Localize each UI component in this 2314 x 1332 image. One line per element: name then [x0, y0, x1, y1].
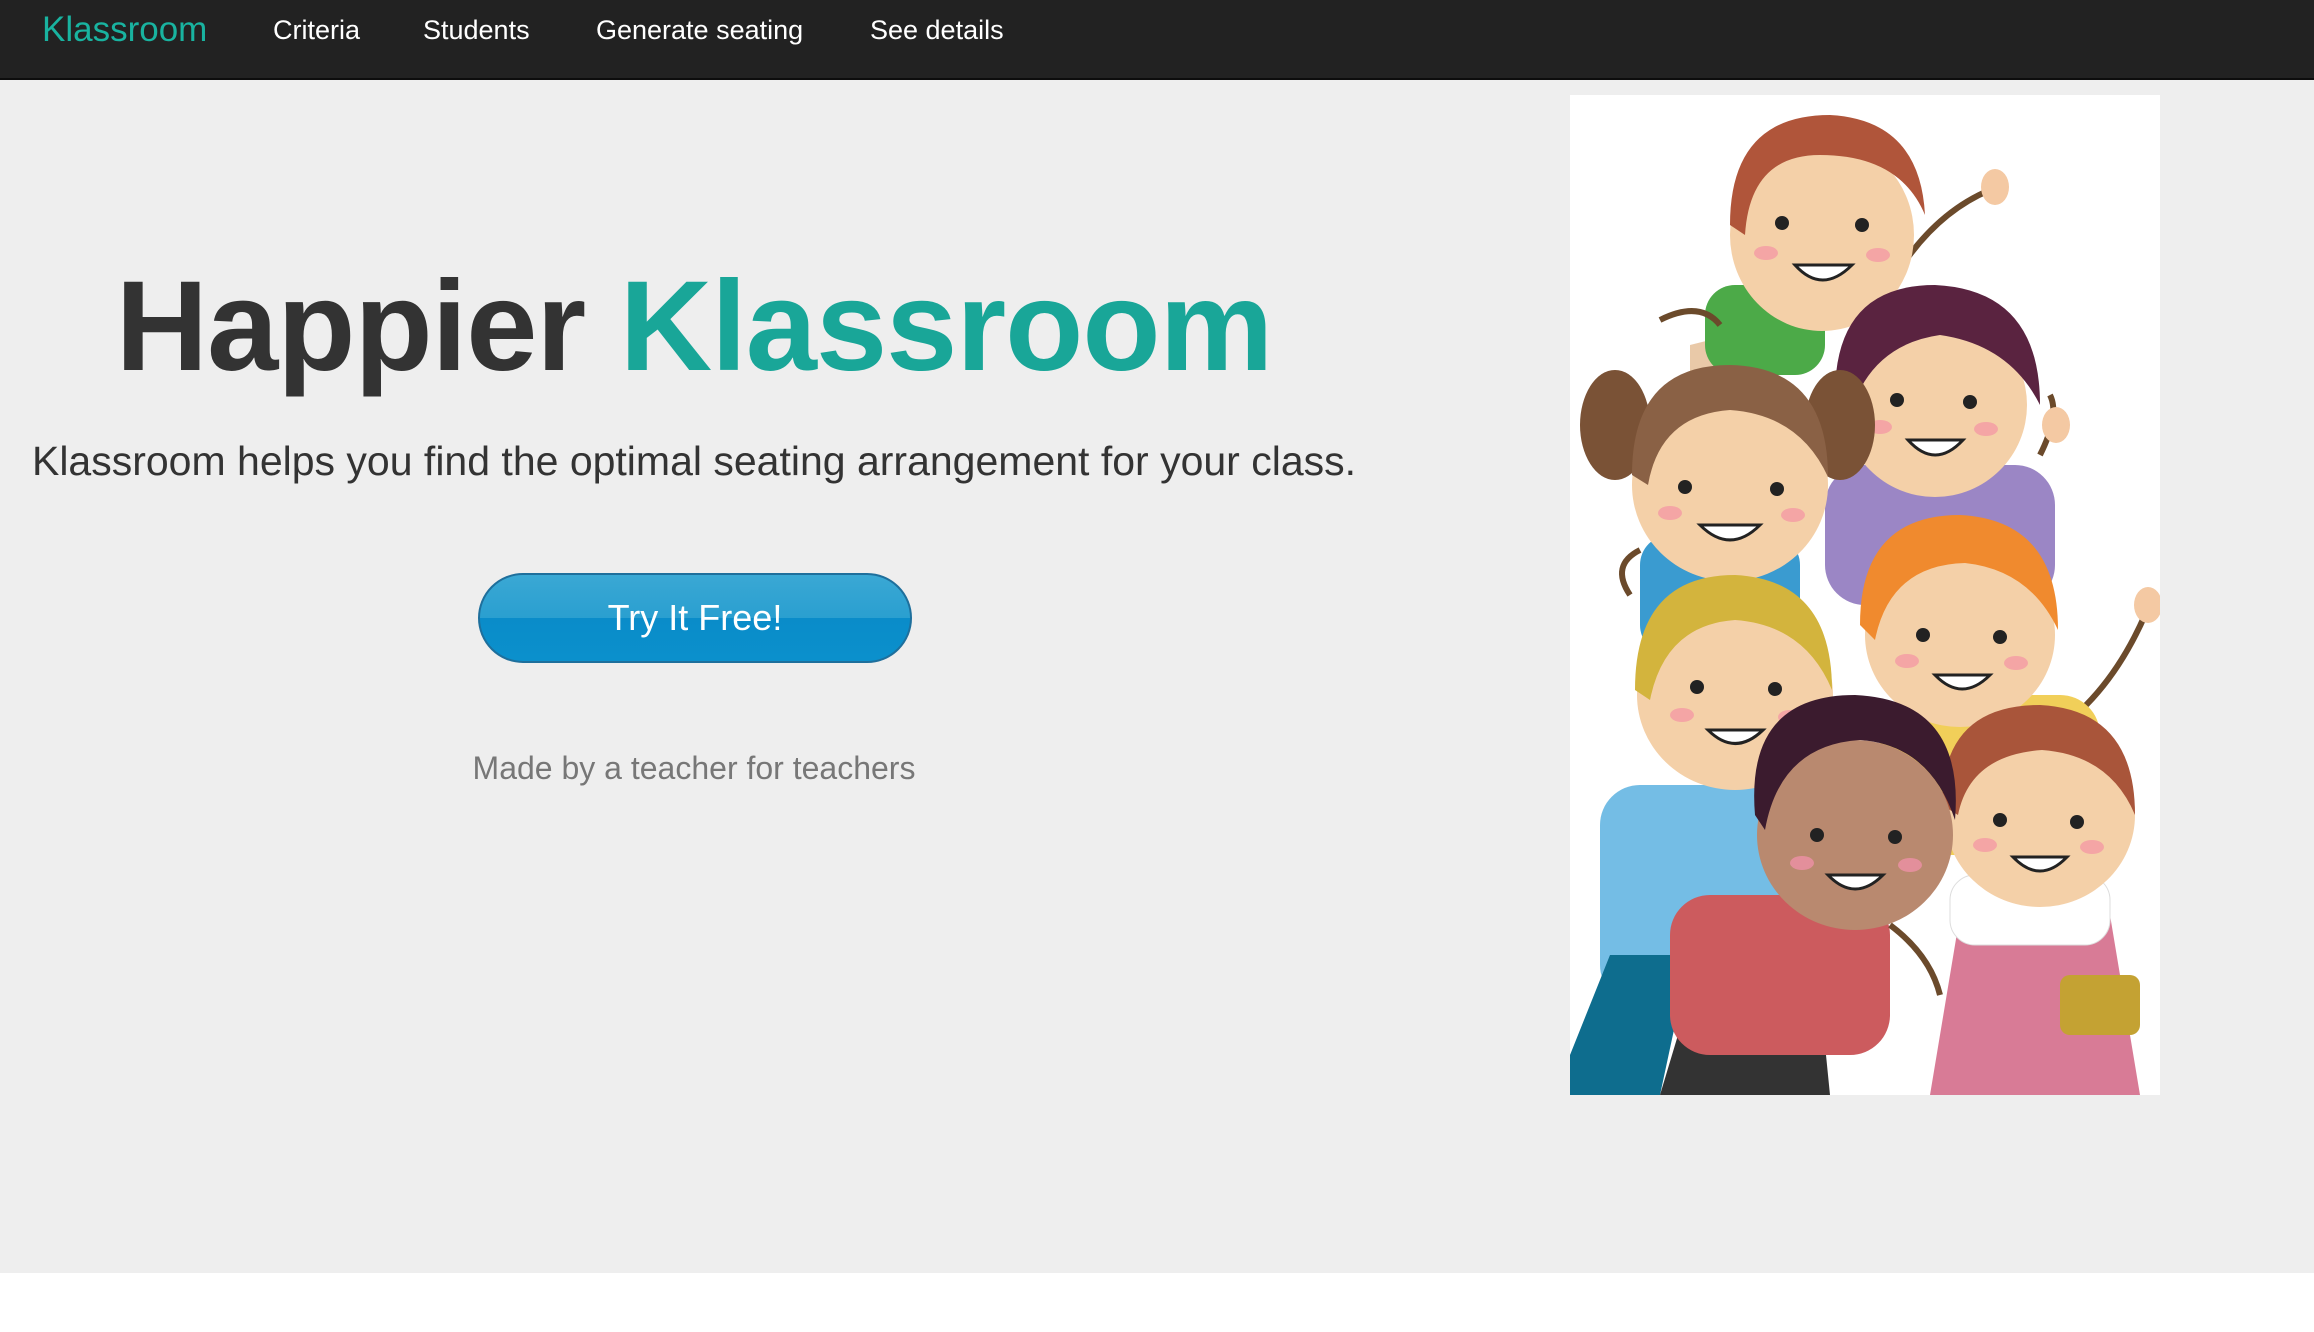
nav-link-criteria[interactable]: Criteria: [273, 8, 360, 52]
children-group-illustration: [1570, 95, 2160, 1095]
nav-link-generate-seating[interactable]: Generate seating: [596, 8, 803, 52]
try-it-free-button[interactable]: Try It Free!: [478, 573, 912, 663]
hero-headline: Happier Klassroom: [0, 257, 1388, 397]
headline-text: Happier: [115, 255, 620, 398]
nav-link-see-details[interactable]: See details: [870, 8, 1004, 52]
brand-logo-link[interactable]: Klassroom: [42, 8, 207, 52]
children-illustration-icon: [1570, 115, 2160, 1095]
nav-link-students[interactable]: Students: [423, 8, 530, 52]
headline-accent-text: Klassroom: [619, 255, 1274, 398]
top-navbar: Klassroom Criteria Students Generate sea…: [0, 0, 2314, 80]
hero-subtitle: Klassroom helps you find the optimal sea…: [31, 438, 1357, 484]
hero-tagline: Made by a teacher for teachers: [472, 750, 916, 786]
